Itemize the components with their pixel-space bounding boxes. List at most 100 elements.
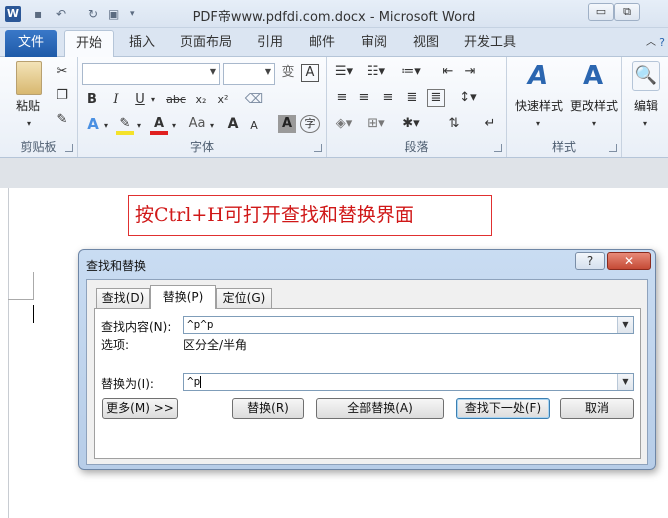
font-color-dropdown-icon[interactable]: ▾ [170, 117, 178, 135]
title-bar: W ▪ ↶ ↻ ▣ ▾ PDF帝www.pdfdi.com.docx - Mic… [0, 0, 668, 28]
quick-styles-button[interactable]: 快速样式 [511, 97, 567, 114]
paragraph-group-label: 段落 [404, 140, 429, 154]
tab-references[interactable]: 引用 [250, 30, 290, 57]
replace-button[interactable]: 替换(R) [232, 398, 304, 419]
character-shading-button[interactable]: A [278, 115, 296, 133]
styles-group-label: 样式 [551, 140, 576, 154]
find-what-input[interactable]: ^p^p ▼ [183, 316, 634, 334]
font-group: ▼ ▼ 变 A B I U ▾ abc x₂ x² ⌫ A ▾ ✎ ▾ A ▾ … [78, 57, 327, 157]
clipboard-launcher-icon[interactable] [65, 144, 73, 152]
find-what-dropdown-icon[interactable]: ▼ [617, 317, 633, 333]
numbering-icon[interactable]: ☷▾ [365, 63, 387, 81]
bold-button[interactable]: B [84, 91, 100, 109]
restore-button[interactable]: ⧉ [614, 3, 640, 21]
tab-mailings[interactable]: 邮件 [302, 30, 342, 57]
find-next-button[interactable]: 查找下一处(F) [456, 398, 550, 419]
font-name-combo[interactable]: ▼ [82, 63, 220, 85]
quick-styles-dropdown-icon[interactable]: ▾ [533, 115, 543, 133]
replace-all-button[interactable]: 全部替换(A) [316, 398, 444, 419]
tab-view[interactable]: 视图 [406, 30, 446, 57]
tab-home[interactable]: 开始 [64, 30, 114, 57]
tab-file[interactable]: 文件 [5, 30, 57, 57]
format-painter-icon[interactable]: ✎ [54, 111, 70, 129]
superscript-button[interactable]: x² [214, 91, 232, 109]
align-left-icon[interactable]: ≡ [333, 89, 351, 107]
change-styles-icon[interactable]: A [577, 59, 609, 95]
increase-indent-icon[interactable]: ⇥ [461, 63, 479, 81]
underline-dropdown-icon[interactable]: ▾ [148, 91, 158, 109]
clear-formatting-icon[interactable]: ⌫ [244, 91, 264, 109]
align-center-icon[interactable]: ≡ [355, 89, 373, 107]
borders-icon[interactable]: ⊞▾ [365, 115, 387, 133]
multilevel-list-icon[interactable]: ≔▾ [399, 63, 423, 81]
replace-with-input[interactable]: ^p ▼ [183, 373, 634, 391]
highlight-icon[interactable]: ✎ [116, 115, 134, 135]
editing-button[interactable]: 编辑 [624, 97, 668, 114]
justify-icon[interactable]: ≣ [403, 89, 421, 107]
dialog-close-button[interactable]: ✕ [607, 252, 651, 270]
change-styles-dropdown-icon[interactable]: ▾ [589, 115, 599, 133]
tab-goto[interactable]: 定位(G) [216, 288, 272, 308]
font-launcher-icon[interactable] [314, 144, 322, 152]
cut-icon[interactable]: ✂ [54, 63, 70, 81]
paste-icon[interactable] [16, 61, 42, 95]
phonetic-guide-icon[interactable]: 变 [278, 64, 298, 82]
character-border-icon[interactable]: A [301, 64, 319, 82]
italic-button[interactable]: I [108, 91, 124, 109]
align-right-icon[interactable]: ≡ [379, 89, 397, 107]
grow-font-button[interactable]: A [224, 115, 242, 133]
replace-with-dropdown-icon[interactable]: ▼ [617, 374, 633, 390]
subscript-button[interactable]: x₂ [192, 91, 210, 109]
font-size-combo[interactable]: ▼ [223, 63, 275, 85]
tab-review[interactable]: 审阅 [354, 30, 394, 57]
tab-find[interactable]: 查找(D) [96, 288, 150, 308]
editing-group: 🔍 编辑 ▾ [622, 57, 668, 157]
paste-button[interactable]: 粘贴 [8, 97, 48, 114]
paragraph-group: ☰▾ ☷▾ ≔▾ ⇤ ⇥ ≡ ≡ ≡ ≣ ≣ ↕▾ ◈▾ ⊞▾ ✱▾ ⇅ ↵ 段… [327, 57, 507, 157]
highlight-dropdown-icon[interactable]: ▾ [135, 117, 143, 135]
quick-styles-icon[interactable]: A [523, 59, 553, 95]
tab-replace[interactable]: 替换(P) [150, 285, 216, 309]
text-effects-dropdown-icon[interactable]: ▾ [102, 117, 110, 135]
editing-dropdown-icon[interactable]: ▾ [640, 115, 650, 133]
annotation-callout: 按Ctrl+H可打开查找和替换界面 [128, 195, 492, 236]
enclose-characters-button[interactable]: 字 [300, 115, 320, 133]
replace-with-label: 替换为(I): [101, 377, 154, 391]
options-value: 区分全/半角 [183, 338, 248, 352]
tab-developer[interactable]: 开发工具 [460, 30, 520, 57]
bullets-icon[interactable]: ☰▾ [333, 63, 355, 81]
copy-icon[interactable]: ❐ [54, 87, 70, 105]
shading-icon[interactable]: ◈▾ [333, 115, 355, 133]
styles-launcher-icon[interactable] [609, 144, 617, 152]
help-icon[interactable]: ? [656, 30, 668, 57]
find-what-value: ^p^p [187, 318, 214, 331]
minimize-button[interactable]: ▭ [588, 3, 614, 21]
change-case-button[interactable]: Aa [186, 115, 208, 133]
text-effects-icon[interactable]: A [84, 115, 102, 133]
dialog-help-button[interactable]: ? [575, 252, 605, 270]
font-color-icon[interactable]: A [150, 115, 168, 135]
strikethrough-button[interactable]: abc [164, 91, 188, 109]
dialog-title: 查找和替换 [86, 259, 147, 273]
line-spacing-icon[interactable]: ↕▾ [457, 89, 479, 107]
paste-dropdown-icon[interactable]: ▾ [22, 115, 36, 133]
editing-icon[interactable]: 🔍 [632, 61, 660, 91]
cancel-button[interactable]: 取消 [560, 398, 634, 419]
show-marks-icon[interactable]: ↵ [481, 115, 499, 133]
tab-page-layout[interactable]: 页面布局 [178, 30, 234, 57]
tab-insert[interactable]: 插入 [122, 30, 162, 57]
input-caret [200, 376, 202, 388]
distributed-icon[interactable]: ≣ [427, 89, 445, 107]
shrink-font-button[interactable]: A [246, 117, 262, 135]
options-label: 选项: [101, 338, 130, 352]
chinese-layout-icon[interactable]: ✱▾ [399, 115, 423, 133]
sort-icon[interactable]: ⇅ [445, 115, 463, 133]
underline-button[interactable]: U [132, 91, 148, 109]
more-button[interactable]: 更多(M) >> [102, 398, 178, 419]
change-case-dropdown-icon[interactable]: ▾ [208, 117, 216, 135]
paragraph-launcher-icon[interactable] [494, 144, 502, 152]
change-styles-button[interactable]: 更改样式 [567, 97, 621, 114]
text-cursor [33, 305, 34, 323]
styles-group: A 快速样式 ▾ A 更改样式 ▾ 样式 [507, 57, 622, 157]
decrease-indent-icon[interactable]: ⇤ [439, 63, 457, 81]
